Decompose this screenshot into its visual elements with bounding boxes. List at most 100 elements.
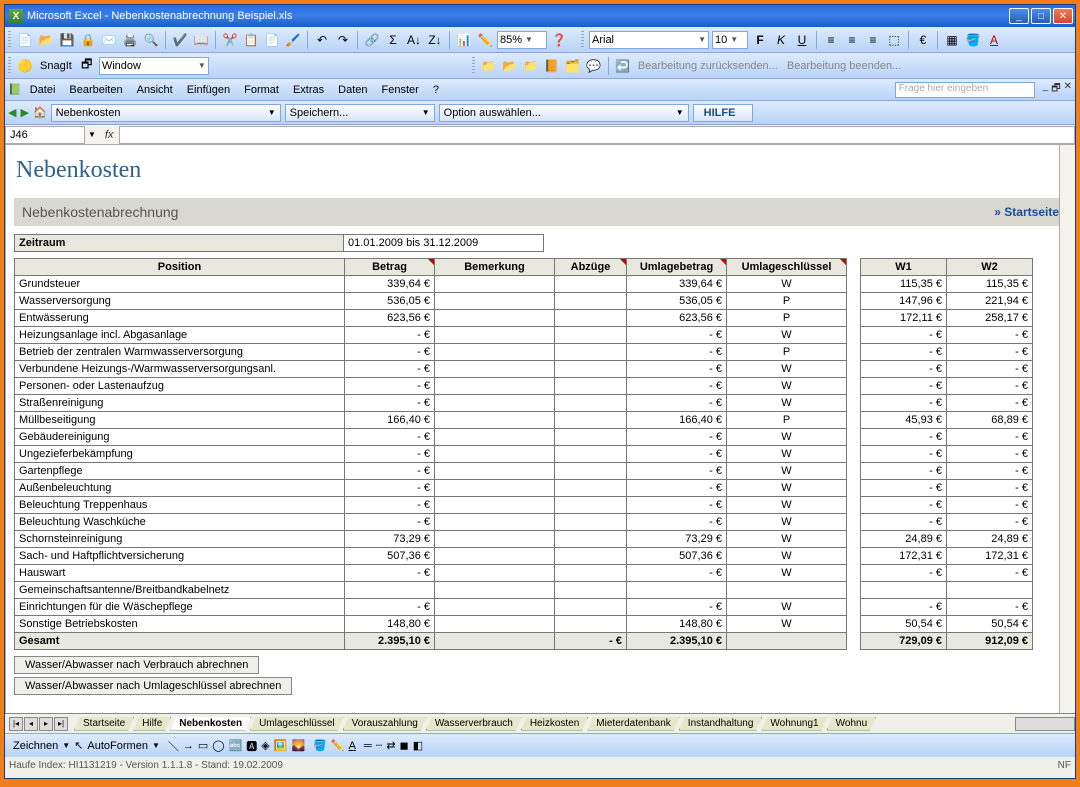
sheet-tab[interactable]: Wohnu — [827, 717, 877, 731]
folder2-icon[interactable]: 📂 — [501, 57, 519, 75]
fontsize-dropdown[interactable]: 10▼ — [712, 31, 748, 49]
line-color-icon[interactable]: ✏️ — [331, 739, 345, 752]
nav-crumb-dropdown[interactable]: Nebenkosten▼ — [51, 104, 281, 122]
balloon-icon[interactable]: 💬 — [585, 57, 603, 75]
menu-datei[interactable]: Datei — [24, 82, 62, 98]
redo-icon[interactable]: ↷ — [334, 31, 352, 49]
save-icon[interactable]: 💾 — [58, 31, 76, 49]
wb-close-button[interactable]: ✕ — [1064, 81, 1072, 98]
table-row[interactable]: Schornsteinreinigung73,29 €73,29 €W24,89… — [15, 531, 1033, 548]
textbox-icon[interactable]: 🔤 — [229, 739, 243, 752]
help-icon[interactable]: ❓ — [550, 31, 568, 49]
hyperlink-icon[interactable]: 🔗 — [363, 31, 381, 49]
table-row[interactable]: Beleuchtung Waschküche- €- €W- €- € — [15, 514, 1033, 531]
align-left-icon[interactable]: ≡ — [822, 31, 840, 49]
nav-option-dropdown[interactable]: Option auswählen...▼ — [439, 104, 689, 122]
menu-extras[interactable]: Extras — [287, 82, 330, 98]
wordart-icon[interactable]: 🅰 — [246, 738, 257, 754]
zoom-dropdown[interactable]: 85%▼ — [497, 31, 547, 49]
folder1-icon[interactable]: 📁 — [480, 57, 498, 75]
formula-input[interactable] — [119, 126, 1075, 144]
menu-format[interactable]: Format — [238, 82, 285, 98]
water-key-button[interactable]: Wasser/Abwasser nach Umlageschlüssel abr… — [14, 677, 292, 695]
open-icon[interactable]: 📂 — [37, 31, 55, 49]
rect-icon[interactable]: ▭ — [198, 739, 208, 752]
line-style-icon[interactable]: ═ — [364, 740, 372, 752]
sheet-tab[interactable]: Umlageschlüssel — [250, 717, 344, 731]
nav-fwd-icon[interactable]: ▶ — [20, 106, 28, 119]
arrow-style-icon[interactable]: ⇄ — [386, 739, 395, 752]
select-objects-icon[interactable]: ↖ — [74, 739, 83, 752]
startseite-link[interactable]: » Startseite — [994, 205, 1059, 219]
name-box[interactable]: J46 — [5, 126, 85, 144]
picture-icon[interactable]: 🌄 — [291, 739, 305, 752]
fx-icon[interactable]: fx — [99, 129, 120, 141]
ask-question-input[interactable]: Frage hier eingeben — [895, 82, 1035, 98]
autoshapes-menu[interactable]: AutoFormen — [87, 740, 148, 752]
sheet-tab[interactable]: Mieterdatenbank — [587, 717, 680, 731]
close-button[interactable]: ✕ — [1053, 8, 1073, 24]
reply-icon[interactable]: ↩️ — [614, 57, 632, 75]
sheet-tab[interactable]: Startseite — [74, 717, 134, 731]
vertical-scrollbar[interactable] — [1059, 145, 1075, 713]
snagit-menu-icon[interactable]: 🗗 — [78, 57, 96, 75]
tab-first-icon[interactable]: |◂ — [9, 717, 23, 731]
horizontal-scrollbar[interactable] — [1015, 717, 1075, 731]
table-row[interactable]: Sach- und Haftpflichtversicherung507,36 … — [15, 548, 1033, 565]
shadow-icon[interactable]: ◼ — [400, 739, 409, 752]
fill-color-icon[interactable]: 🪣 — [964, 31, 982, 49]
table-row[interactable]: Gebäudereinigung- €- €W- €- € — [15, 429, 1033, 446]
print-icon[interactable]: 🖨️ — [121, 31, 139, 49]
table-row[interactable]: Gartenpflege- €- €W- €- € — [15, 463, 1033, 480]
wb-restore-button[interactable]: 🗗 — [1051, 81, 1060, 98]
merge-icon[interactable]: ⬚ — [885, 31, 903, 49]
menu-ansicht[interactable]: Ansicht — [131, 82, 179, 98]
table-row[interactable]: Entwässerung623,56 €623,56 €P172,11 €258… — [15, 310, 1033, 327]
snagit-target-dropdown[interactable]: Window▼ — [99, 57, 209, 75]
arrow-icon[interactable]: → — [183, 740, 194, 752]
period-value[interactable]: 01.01.2009 bis 31.12.2009 — [344, 234, 544, 252]
table-row[interactable]: Einrichtungen für die Wäschepflege- €- €… — [15, 599, 1033, 616]
draw-menu[interactable]: Zeichnen — [13, 740, 58, 752]
menu-help[interactable]: ? — [427, 82, 445, 98]
table-row[interactable]: Personen- oder Lastenaufzug- €- €W- €- € — [15, 378, 1033, 395]
table-row[interactable]: Sonstige Betriebskosten148,80 €148,80 €W… — [15, 616, 1033, 633]
underline-icon[interactable]: U — [793, 31, 811, 49]
permission-icon[interactable]: 🔒 — [79, 31, 97, 49]
sheet-tab[interactable]: Nebenkosten — [170, 717, 251, 731]
maximize-button[interactable]: □ — [1031, 8, 1051, 24]
autosum-icon[interactable]: Σ — [384, 31, 402, 49]
table-row[interactable]: Verbundene Heizungs-/Warmwasserversorgun… — [15, 361, 1033, 378]
sheet-tab[interactable]: Hilfe — [133, 717, 171, 731]
table-row[interactable]: Außenbeleuchtung- €- €W- €- € — [15, 480, 1033, 497]
nav-help-button[interactable]: HILFE — [693, 104, 753, 122]
currency-icon[interactable]: € — [914, 31, 932, 49]
table-row[interactable]: Beleuchtung Treppenhaus- €- €W- €- € — [15, 497, 1033, 514]
menu-fenster[interactable]: Fenster — [376, 82, 425, 98]
snagit-icon[interactable]: 🟡 — [16, 57, 34, 75]
table-row[interactable]: Heizungsanlage incl. Abgasanlage- €- €W-… — [15, 327, 1033, 344]
wb-minimize-button[interactable]: _ — [1043, 81, 1049, 98]
line-icon[interactable]: ＼ — [168, 738, 179, 754]
table-row[interactable]: Gemeinschaftsantenne/Breitbandkabelnetz — [15, 582, 1033, 599]
bold-icon[interactable]: F — [751, 31, 769, 49]
preview-icon[interactable]: 🔍 — [142, 31, 160, 49]
format-painter-icon[interactable]: 🖌️ — [284, 31, 302, 49]
menu-daten[interactable]: Daten — [332, 82, 373, 98]
fill-icon[interactable]: 🪣 — [313, 739, 327, 752]
table-row[interactable]: Betrieb der zentralen Warmwasserversorgu… — [15, 344, 1033, 361]
borders-icon[interactable]: ▦ — [943, 31, 961, 49]
sheet-tab[interactable]: Wasserverbrauch — [426, 717, 522, 731]
card-icon[interactable]: 🗂️ — [564, 57, 582, 75]
undo-icon[interactable]: ↶ — [313, 31, 331, 49]
chart-icon[interactable]: 📊 — [455, 31, 473, 49]
sheet-tab[interactable]: Vorauszahlung — [343, 717, 427, 731]
copy-icon[interactable]: 📋 — [242, 31, 260, 49]
book-icon[interactable]: 📙 — [543, 57, 561, 75]
sheet-tab[interactable]: Heizkosten — [521, 717, 588, 731]
font-dropdown[interactable]: Arial▼ — [589, 31, 709, 49]
paste-icon[interactable]: 📄 — [263, 31, 281, 49]
clipart-icon[interactable]: 🖼️ — [274, 739, 288, 752]
cut-icon[interactable]: ✂️ — [221, 31, 239, 49]
sheet-tab[interactable]: Wohnung1 — [761, 717, 827, 731]
